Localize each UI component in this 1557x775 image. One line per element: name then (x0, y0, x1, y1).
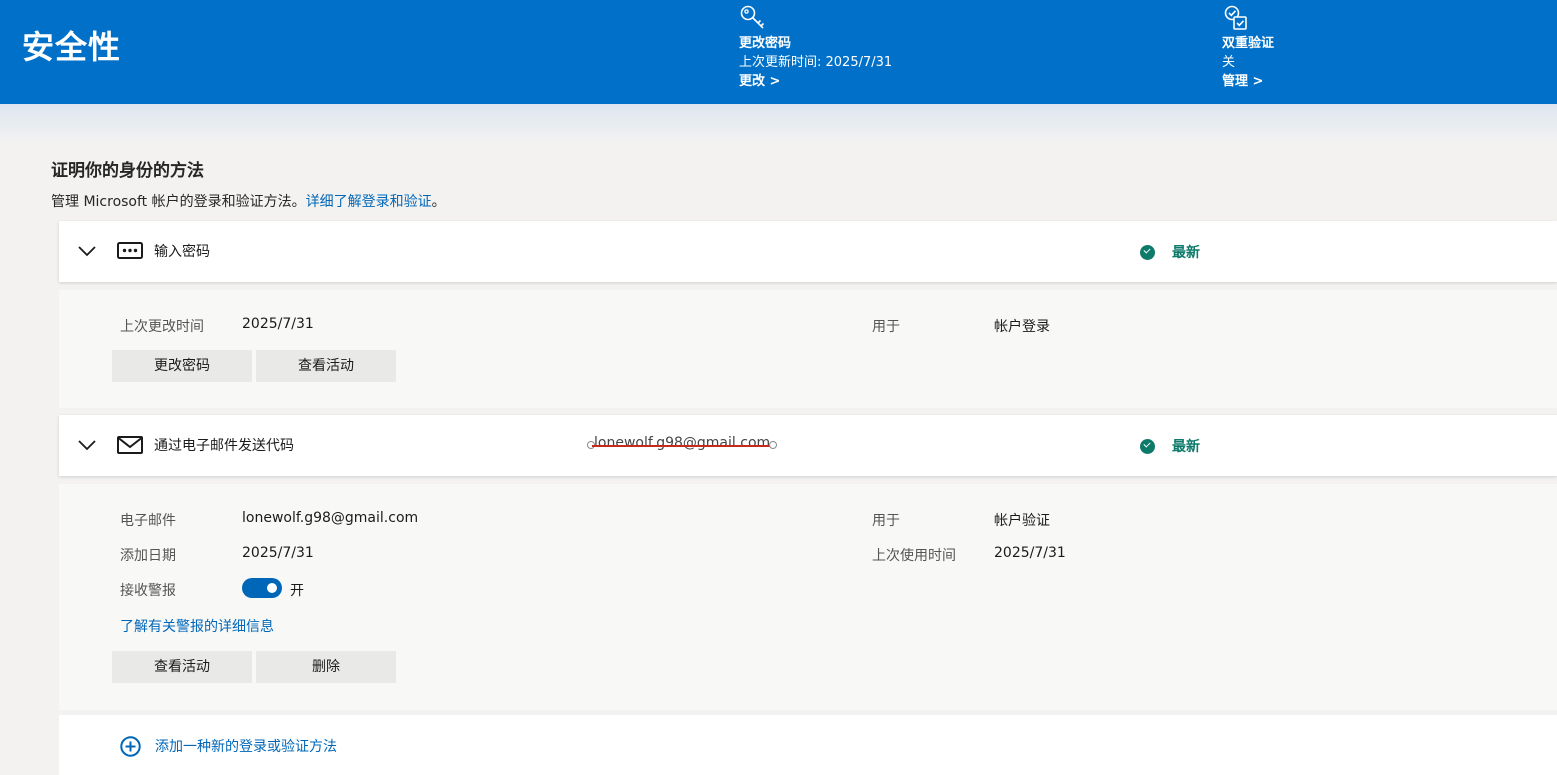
method-name: 通过电子邮件发送代码 (154, 438, 294, 454)
redacted-email: lonewolf.g98@gmail.com (587, 435, 778, 451)
last-used-label: 上次使用时间 (872, 548, 956, 564)
method-password-header[interactable]: 输入密码 最新 (59, 221, 1557, 282)
receive-alerts-toggle[interactable] (242, 578, 282, 598)
learn-more-sign-in-link[interactable]: 详细了解登录和验证 (306, 194, 432, 210)
chevron-down-icon[interactable] (77, 241, 97, 261)
add-method-row[interactable]: 添加一种新的登录或验证方法 (59, 715, 1557, 775)
used-for-value: 帐户登录 (994, 319, 1050, 335)
change-password-title: 更改密码 (739, 36, 792, 51)
chevron-down-icon[interactable] (77, 435, 97, 455)
method-password-details: 上次更改时间 2025/7/31 用于 帐户登录 更改密码 查看活动 (59, 290, 1557, 408)
two-step-status: 关 (1222, 55, 1236, 70)
view-activity-button[interactable]: 查看活动 (256, 350, 396, 382)
view-activity-button[interactable]: 查看活动 (112, 651, 252, 683)
delete-button[interactable]: 删除 (256, 651, 396, 683)
password-dots-icon (117, 242, 143, 259)
email-value: lonewolf.g98@gmail.com (242, 510, 419, 526)
status-badge: 最新 (1140, 242, 1200, 262)
last-changed-label: 上次更改时间 (120, 319, 204, 335)
two-step-title: 双重验证 (1222, 36, 1275, 51)
mail-icon (117, 436, 143, 454)
manage-two-step-link[interactable]: 管理 > (1222, 72, 1274, 91)
last-used-value: 2025/7/31 (994, 545, 1066, 561)
learn-more-alerts-link[interactable]: 了解有关警报的详细信息 (120, 616, 274, 636)
check-circle-icon (1140, 438, 1155, 454)
change-password-quick-action: 更改密码 上次更新时间: 2025/7/31 更改 > (739, 4, 892, 91)
added-date-label: 添加日期 (120, 548, 176, 564)
email-label: 电子邮件 (120, 513, 176, 529)
change-password-link[interactable]: 更改 > (739, 72, 892, 91)
section-title: 证明你的身份的方法 (51, 161, 204, 181)
receive-alerts-label: 接收警报 (120, 583, 176, 599)
two-step-verification-quick-action: 双重验证 关 管理 > (1222, 4, 1274, 91)
status-text: 最新 (1172, 439, 1200, 455)
used-for-label: 用于 (872, 513, 900, 529)
password-last-updated: 上次更新时间: 2025/7/31 (739, 55, 893, 70)
check-circle-icon (1140, 244, 1155, 260)
last-changed-value: 2025/7/31 (242, 316, 314, 332)
section-description-end: 。 (431, 194, 446, 210)
method-email-header[interactable]: 通过电子邮件发送代码 lonewolf.g98@gmail.com 最新 (59, 415, 1557, 476)
change-password-button[interactable]: 更改密码 (112, 350, 252, 382)
status-badge: 最新 (1140, 436, 1200, 456)
security-banner: 安全性 更改密码 上次更新时间: 2025/7/31 更改 > 双重验证 关 管… (0, 0, 1557, 104)
method-name: 输入密码 (154, 244, 210, 260)
section-description: 管理 Microsoft 帐户的登录和验证方法。详细了解登录和验证。 (51, 191, 446, 211)
add-method-link[interactable]: 添加一种新的登录或验证方法 (155, 736, 337, 756)
used-for-label: 用于 (872, 319, 900, 335)
banner-shadow (0, 104, 1557, 144)
added-date-value: 2025/7/31 (242, 545, 314, 561)
key-icon (740, 5, 765, 29)
status-text: 最新 (1172, 245, 1200, 261)
method-email-details: 电子邮件 lonewolf.g98@gmail.com 用于 帐户验证 添加日期… (59, 484, 1557, 710)
header-email: lonewolf.g98@gmail.com (588, 435, 776, 451)
receive-alerts-state: 开 (290, 583, 304, 599)
page-title: 安全性 (22, 28, 122, 66)
shield-check-icon (1224, 5, 1247, 30)
add-circle-icon[interactable] (120, 736, 141, 757)
used-for-value: 帐户验证 (994, 513, 1050, 529)
section-description-text: 管理 Microsoft 帐户的登录和验证方法。 (51, 194, 306, 210)
